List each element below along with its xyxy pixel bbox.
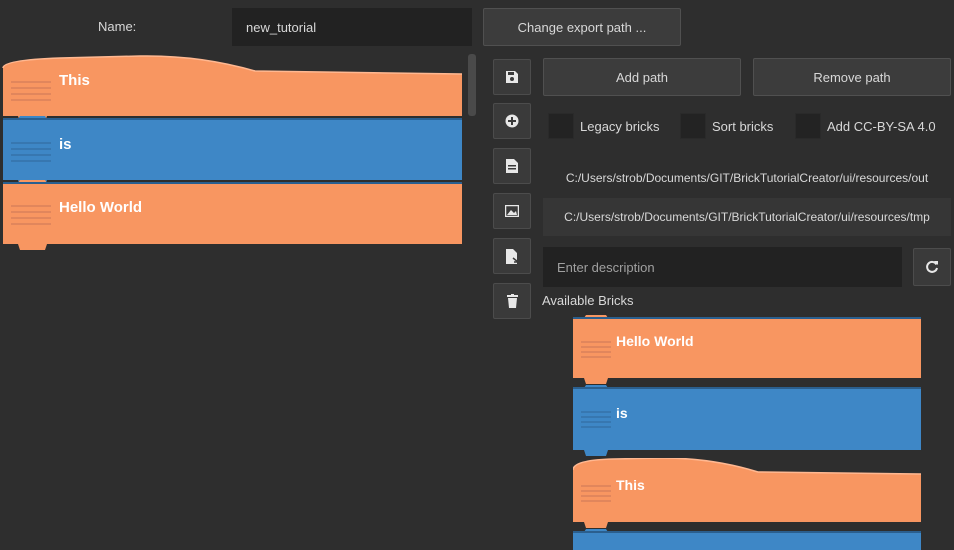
export-document-icon [505,248,519,264]
document-button[interactable] [493,148,531,184]
sort-bricks-label: Sort bricks [712,119,774,134]
trash-icon [506,294,518,308]
remove-path-button[interactable]: Remove path [753,58,951,96]
tmp-path[interactable]: C:/Users/strob/Documents/GIT/BrickTutori… [543,198,951,236]
image-button[interactable] [493,193,531,229]
brick-label: This [616,477,645,493]
output-path[interactable]: C:/Users/strob/Documents/GIT/BrickTutori… [543,158,951,198]
brick-label: is [616,405,628,421]
drag-handle-icon[interactable] [581,410,611,428]
save-button[interactable] [493,59,531,95]
drag-handle-icon[interactable] [11,140,51,162]
name-input[interactable]: new_tutorial [232,8,472,46]
delete-button[interactable] [493,283,531,319]
drag-handle-icon[interactable] [11,203,51,225]
legacy-bricks-checkbox[interactable] [548,113,574,139]
name-label: Name: [98,19,137,34]
available-bricks-title: Available Bricks [542,293,634,308]
tutorial-brick-stack[interactable]: Hello World [0,180,466,250]
license-label: Add CC-BY-SA 4.0 [827,119,936,134]
brick-shape [573,458,922,528]
brick-label: Hello World [59,199,143,216]
tutorial-brick-stack[interactable]: is [0,116,466,186]
change-export-path-button[interactable]: Change export path ... [483,8,681,46]
available-brick-stack[interactable]: is [573,384,923,456]
available-brick-stack[interactable] [573,528,923,550]
drag-handle-icon[interactable] [581,340,611,358]
image-icon [505,205,519,217]
save-icon [506,71,518,83]
license-checkbox[interactable] [795,113,821,139]
drag-handle-icon[interactable] [11,79,51,101]
add-path-button[interactable]: Add path [543,58,741,96]
sort-bricks-checkbox[interactable] [680,113,706,139]
brick-shape [573,529,921,550]
tutorial-brick-hat[interactable]: This [0,52,466,122]
tutorial-brick-list[interactable]: This is Hello World [0,52,478,550]
brick-label: Hello World [616,333,694,349]
available-brick-hat[interactable]: This [573,458,923,530]
refresh-icon [926,260,938,273]
brick-label: is [59,136,72,153]
drag-handle-icon[interactable] [581,484,611,502]
description-input[interactable]: Enter description [543,247,902,287]
available-brick-list[interactable]: Hello World is This [573,312,923,550]
brick-label: This [59,72,90,89]
scrollbar-thumb[interactable] [468,54,476,116]
refresh-button[interactable] [913,248,951,286]
legacy-bricks-label: Legacy bricks [580,119,660,134]
add-circle-icon [505,114,519,128]
available-brick-stack[interactable]: Hello World [573,312,923,384]
add-brick-button[interactable] [493,103,531,139]
document-icon [506,159,518,173]
export-button[interactable] [493,238,531,274]
